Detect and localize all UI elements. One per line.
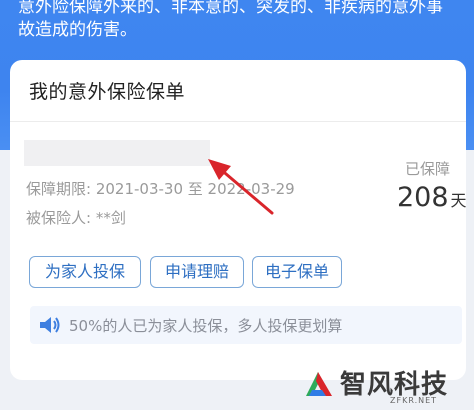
notice-text: 50%的人已为家人投保，多人投保更划算 [69,317,343,335]
policy-card[interactable]: 我的意外保险保单 保障期限: 2021-03-30 至 2022-03-29 被… [10,60,467,380]
divider [10,121,466,122]
coverage-period: 保障期限: 2021-03-30 至 2022-03-29 [26,180,295,198]
e-policy-button[interactable]: 电子保单 [252,256,342,288]
card-title: 我的意外保险保单 [29,81,186,103]
promo-notice[interactable]: 50%的人已为家人投保，多人投保更划算 [30,306,462,344]
insured-person: 被保险人: **剑 [26,209,126,227]
brand-logo-icon [306,372,332,396]
redacted-policy-name [24,140,210,166]
banner-description: 意外险保障外来的、非本意的、突发的、非疾病的意外事故造成的伤害。 [18,0,443,40]
speaker-icon [40,317,60,333]
insure-family-button[interactable]: 为家人投保 [29,256,141,288]
days-number: 208 [397,182,449,213]
watermark: 智风科技 ZFKR.NET [302,364,462,408]
watermark-subtext: ZFKR.NET [390,396,438,405]
apply-claim-button[interactable]: 申请理赔 [150,256,244,288]
days-unit: 天 [450,191,467,210]
days-covered: 208 天 [397,182,467,213]
status-label: 已保障 [405,160,451,178]
